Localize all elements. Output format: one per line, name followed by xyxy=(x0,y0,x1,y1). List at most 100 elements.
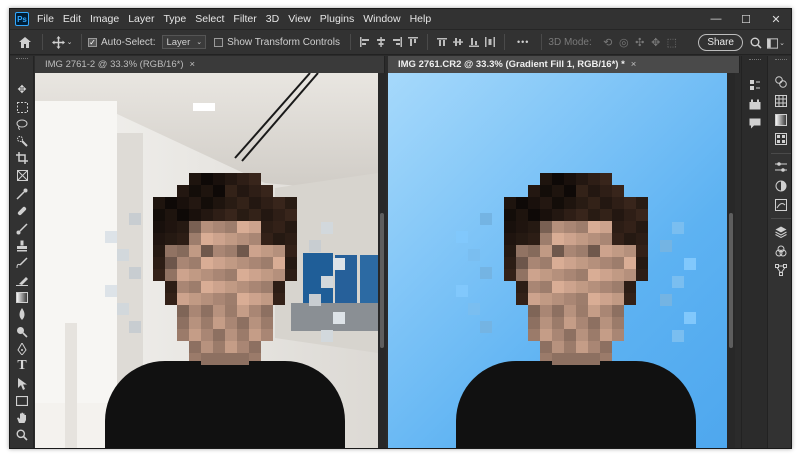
menu-3d[interactable]: 3D xyxy=(266,13,279,25)
path-select-icon[interactable] xyxy=(13,376,31,392)
gradient-icon[interactable] xyxy=(13,289,31,305)
tab-document-1[interactable]: IMG 2761-2 @ 33.3% (RGB/16*) × xyxy=(35,56,385,73)
maximize-button[interactable]: ☐ xyxy=(731,9,761,29)
mosaic-pixel xyxy=(261,185,273,197)
properties-icon[interactable] xyxy=(747,78,763,92)
comments-icon[interactable] xyxy=(747,116,763,130)
mosaic-pixel xyxy=(213,257,225,269)
roll-3d-icon[interactable]: ◎ xyxy=(616,34,632,50)
document-1-canvas[interactable] xyxy=(35,73,378,448)
spot-heal-icon[interactable] xyxy=(13,203,31,219)
marquee-icon[interactable] xyxy=(13,99,31,115)
minimize-button[interactable]: — xyxy=(701,9,731,29)
menu-image[interactable]: Image xyxy=(90,13,119,25)
panel-grip[interactable] xyxy=(16,58,28,61)
mosaic-pixel xyxy=(528,221,540,233)
channels-rgb-icon[interactable] xyxy=(773,244,789,258)
libraries-icon[interactable] xyxy=(747,97,763,111)
color-icon[interactable] xyxy=(773,75,789,89)
panel-grip[interactable] xyxy=(775,59,787,62)
lasso-icon[interactable] xyxy=(13,116,31,132)
align-right-edges-icon[interactable] xyxy=(389,34,405,50)
document-2-scrollbar[interactable] xyxy=(727,73,735,448)
quick-select-icon[interactable] xyxy=(13,133,31,149)
panel-grip[interactable] xyxy=(749,59,761,62)
layers-icon[interactable] xyxy=(773,225,789,239)
close-tab-icon[interactable]: × xyxy=(631,59,637,70)
tab-document-2[interactable]: IMG 2761.CR2 @ 33.3% (Gradient Fill 1, R… xyxy=(388,56,740,73)
swatches-icon[interactable] xyxy=(773,94,789,108)
menu-file[interactable]: File xyxy=(37,13,54,25)
mosaic-pixel xyxy=(684,258,696,270)
eraser-icon[interactable] xyxy=(13,272,31,288)
workspace-icon[interactable]: ⌄ xyxy=(767,36,785,50)
menu-filter[interactable]: Filter xyxy=(233,13,256,25)
history-brush-icon[interactable] xyxy=(13,255,31,271)
mosaic-pixel xyxy=(576,173,588,185)
menu-window[interactable]: Window xyxy=(363,13,400,25)
mosaic-pixel xyxy=(612,329,624,341)
brightness-contrast-icon[interactable] xyxy=(773,179,789,193)
show-transform-checkbox[interactable] xyxy=(214,37,224,47)
home-icon[interactable] xyxy=(14,36,36,48)
hand-icon[interactable] xyxy=(13,410,31,426)
adjustments-icon[interactable] xyxy=(773,160,789,174)
more-tools-icon[interactable]: ••• xyxy=(13,443,31,448)
mosaic-pixel xyxy=(600,305,612,317)
rectangle-icon[interactable] xyxy=(13,393,31,409)
menu-type[interactable]: Type xyxy=(163,13,186,25)
mosaic-pixel xyxy=(588,269,600,281)
document-1-scrollbar[interactable] xyxy=(378,73,386,448)
distribute-middle-icon[interactable] xyxy=(450,34,466,50)
gradients-icon[interactable] xyxy=(773,113,789,127)
orbit-3d-icon[interactable]: ⟲ xyxy=(600,34,616,50)
dodge-icon[interactable] xyxy=(13,324,31,340)
distribute-bottom-icon[interactable] xyxy=(466,34,482,50)
mosaic-pixel xyxy=(624,245,636,257)
align-horizontal-centers-icon[interactable] xyxy=(373,34,389,50)
mosaic-pixel xyxy=(552,221,564,233)
scale-3d-icon[interactable]: ⬚ xyxy=(664,34,680,50)
clone-stamp-icon[interactable] xyxy=(13,238,31,254)
eyedropper-icon[interactable] xyxy=(13,186,31,202)
share-button[interactable]: Share xyxy=(698,34,743,51)
close-tab-icon[interactable]: × xyxy=(189,59,195,70)
channels-icon[interactable] xyxy=(773,198,789,212)
distribute-top-icon[interactable] xyxy=(434,34,450,50)
search-icon[interactable] xyxy=(749,36,763,50)
move-icon[interactable]: ✥ xyxy=(13,81,31,97)
distribute-horizontal-icon[interactable] xyxy=(482,34,498,50)
type-icon[interactable]: T xyxy=(13,358,31,374)
menu-view[interactable]: View xyxy=(288,13,311,25)
mosaic-pixel xyxy=(588,317,600,329)
layer-select[interactable]: Layer ⌄ xyxy=(162,35,207,49)
slide-3d-icon[interactable]: ✥ xyxy=(648,34,664,50)
zoom-icon[interactable] xyxy=(13,427,31,443)
menu-edit[interactable]: Edit xyxy=(63,13,81,25)
scroll-thumb[interactable] xyxy=(729,213,733,348)
crop-icon[interactable] xyxy=(13,150,31,166)
paths-icon[interactable] xyxy=(773,263,789,277)
mosaic-pixel xyxy=(576,209,588,221)
menu-help[interactable]: Help xyxy=(410,13,432,25)
blur-icon[interactable] xyxy=(13,306,31,322)
close-button[interactable]: ✕ xyxy=(761,9,791,29)
mosaic-pixel xyxy=(540,329,552,341)
move-tool-preset-icon[interactable]: ⌄ xyxy=(49,35,75,49)
patterns-icon[interactable] xyxy=(773,132,789,146)
mosaic-pixel xyxy=(165,233,177,245)
frame-icon[interactable] xyxy=(13,167,31,183)
auto-select-checkbox[interactable]: ✓ xyxy=(88,37,97,47)
document-2-canvas[interactable] xyxy=(388,73,727,448)
brush-icon[interactable] xyxy=(13,221,31,237)
menu-layer[interactable]: Layer xyxy=(128,13,154,25)
menu-plugins[interactable]: Plugins xyxy=(320,13,354,25)
align-left-edges-icon[interactable] xyxy=(357,34,373,50)
menu-select[interactable]: Select xyxy=(195,13,224,25)
drag-3d-icon[interactable]: ✣ xyxy=(632,34,648,50)
scroll-thumb[interactable] xyxy=(380,213,384,348)
align-top-edges-icon[interactable] xyxy=(405,34,421,50)
more-options-button[interactable]: ••• xyxy=(517,37,529,47)
mosaic-pixel xyxy=(564,341,576,353)
pen-icon[interactable] xyxy=(13,341,31,357)
